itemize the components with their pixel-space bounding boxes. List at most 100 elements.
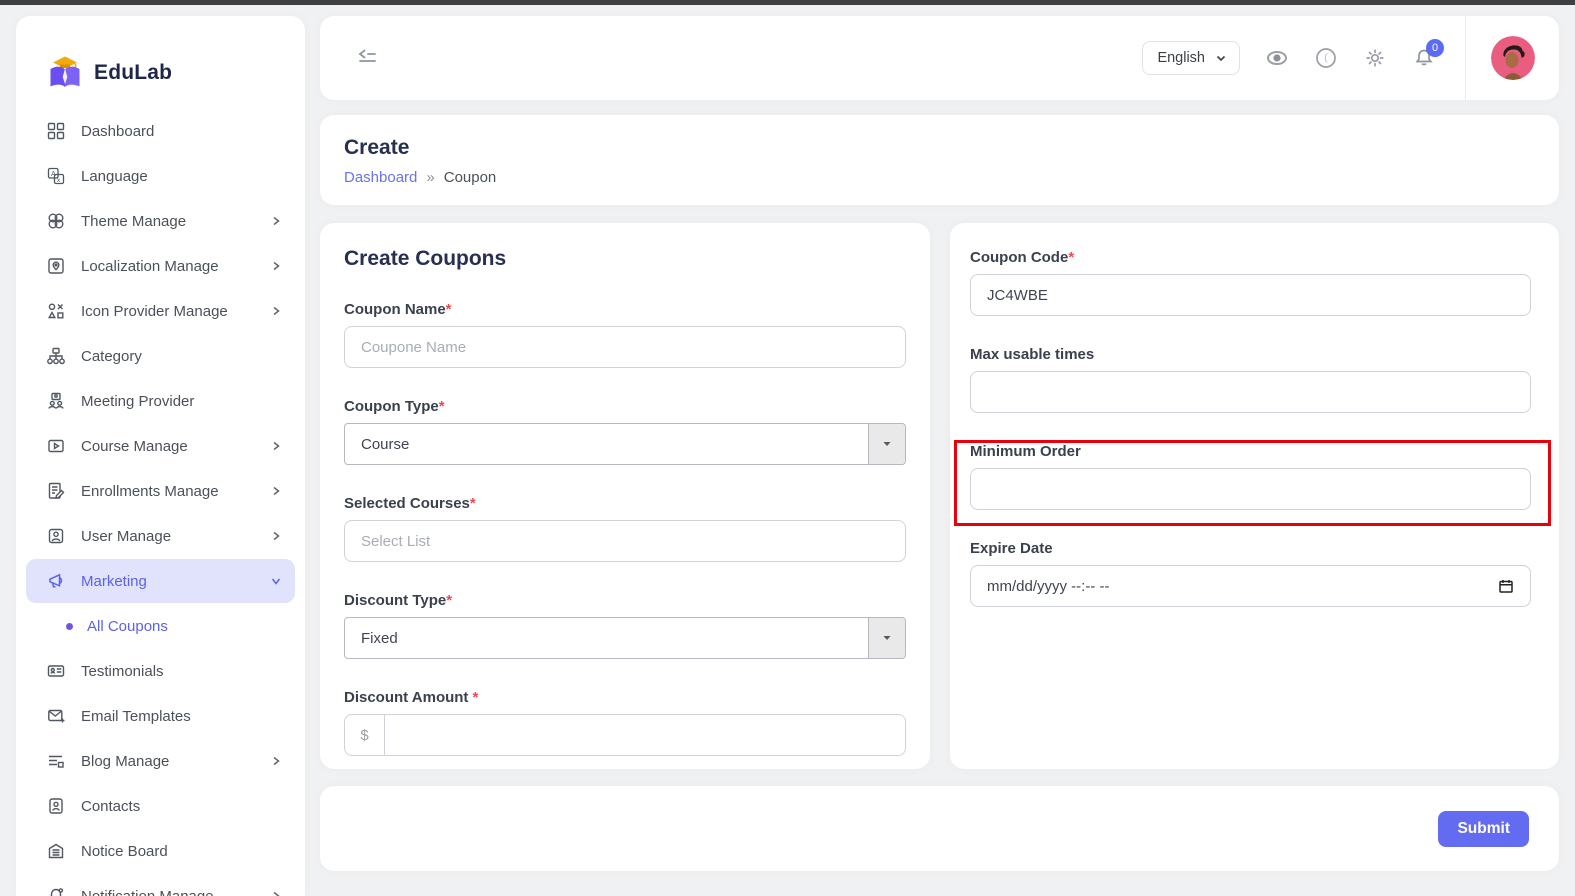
required-marker: * [446,301,452,318]
app-logo[interactable]: EduLab [16,16,305,104]
breadcrumb: Dashboard » Coupon [344,169,1535,186]
sidebar-subitem-all-coupons[interactable]: All Coupons [26,604,295,648]
sidebar-item-notice-board[interactable]: Notice Board [26,829,295,873]
edulab-logo-icon [46,54,84,92]
coupon-code-input[interactable] [970,274,1531,316]
bell-dot-icon [46,886,66,896]
sidebar-item-email-templates[interactable]: Email Templates [26,694,295,738]
app-name: EduLab [94,61,172,85]
discount-amount-group: $ [344,714,906,756]
coupon-details-card: Coupon Code* Max usable times Minimum Or… [950,223,1559,769]
document-pen-icon [46,481,66,501]
user-avatar[interactable] [1491,36,1535,80]
shapes-icon [46,301,66,321]
sidebar-item-label: Testimonials [81,663,283,680]
sidebar-item-label: Notice Board [81,843,283,860]
sidebar-collapse-button[interactable] [354,45,380,71]
settings-button[interactable] [1363,46,1387,70]
window-top-border [0,0,1575,5]
mail-plus-icon [46,706,66,726]
expire-date-input[interactable]: mm/dd/yyyy --:-- -- [970,565,1531,607]
required-marker: * [472,689,478,706]
minimum-order-label: Minimum Order [970,443,1531,460]
blog-icon [46,751,66,771]
discount-amount-label: Discount Amount* [344,689,906,706]
sidebar-item-label: Notification Manage [81,888,269,896]
sidebar-item-label: Localization Manage [81,258,269,275]
required-marker: * [1068,249,1074,266]
sidebar-nav: Dashboard Ax Language Theme Manage Local… [16,104,305,896]
sidebar-subitem-label: All Coupons [87,618,168,635]
sidebar-item-theme-manage[interactable]: Theme Manage [26,199,295,243]
expire-date-field: Expire Date mm/dd/yyyy --:-- -- [970,540,1531,607]
required-marker: * [446,592,452,609]
chevron-right-icon [269,214,283,228]
sidebar-item-label: Meeting Provider [81,393,283,410]
select-dropdown-arrow-icon [868,618,905,658]
sidebar-item-marketing[interactable]: Marketing [26,559,295,603]
sidebar-item-icon-provider-manage[interactable]: Icon Provider Manage [26,289,295,333]
breadcrumb-current: Coupon [444,169,497,186]
visibility-button[interactable] [1265,46,1289,70]
topbar-divider [1465,16,1466,100]
select-dropdown-arrow-icon [868,424,905,464]
sidebar-item-label: Contacts [81,798,283,815]
sidebar-item-language[interactable]: Ax Language [26,154,295,198]
user-icon [46,526,66,546]
eye-icon [1265,46,1289,70]
minimum-order-input[interactable] [970,468,1531,510]
dark-mode-button[interactable] [1314,46,1338,70]
sidebar-item-contacts[interactable]: Contacts [26,784,295,828]
chevron-right-icon [269,754,283,768]
selected-courses-label: Selected Courses* [344,495,906,512]
map-pin-icon [46,256,66,276]
grid-icon [46,121,66,141]
sidebar-item-enrollments-manage[interactable]: Enrollments Manage [26,469,295,513]
page-title: Create [344,136,1535,160]
notifications-button[interactable]: 0 [1412,46,1436,70]
id-card-icon [46,661,66,681]
create-coupons-card: Create Coupons Coupon Name* Coupon Type*… [320,223,930,769]
sidebar-item-label: User Manage [81,528,269,545]
chevron-down-icon [269,574,283,588]
sidebar-item-label: Icon Provider Manage [81,303,269,320]
sidebar-item-blog-manage[interactable]: Blog Manage [26,739,295,783]
max-usable-times-input[interactable] [970,371,1531,413]
breadcrumb-dashboard-link[interactable]: Dashboard [344,169,417,186]
chevron-right-icon [269,304,283,318]
sidebar-item-user-manage[interactable]: User Manage [26,514,295,558]
people-icon [46,391,66,411]
max-usable-times-field: Max usable times [970,346,1531,413]
sidebar-item-notification-manage[interactable]: Notification Manage [26,874,295,896]
required-marker: * [470,495,476,512]
sidebar-item-label: Course Manage [81,438,269,455]
required-marker: * [439,398,445,415]
avatar-image [1491,36,1535,80]
submit-card: Submit [320,786,1559,871]
notice-icon [46,841,66,861]
coupon-name-input[interactable] [344,326,906,368]
sidebar-item-testimonials[interactable]: Testimonials [26,649,295,693]
discount-type-select[interactable]: Fixed [344,617,906,659]
discount-amount-input[interactable] [385,715,905,755]
language-select[interactable]: English [1142,41,1240,75]
sidebar-item-label: Dashboard [81,123,283,140]
topbar: English 0 [320,16,1559,100]
sidebar-item-label: Marketing [81,573,269,590]
date-placeholder-text: mm/dd/yyyy --:-- -- [987,578,1498,595]
sidebar-item-localization-manage[interactable]: Localization Manage [26,244,295,288]
svg-text:x: x [57,177,61,184]
bullet-icon [66,623,73,630]
sidebar: EduLab Dashboard Ax Language Theme Manag… [16,16,305,896]
sidebar-item-dashboard[interactable]: Dashboard [26,109,295,153]
translate-icon: Ax [46,166,66,186]
sidebar-item-meeting-provider[interactable]: Meeting Provider [26,379,295,423]
coupon-type-label: Coupon Type* [344,398,906,415]
sidebar-item-course-manage[interactable]: Course Manage [26,424,295,468]
selected-courses-input[interactable] [344,520,906,562]
coupon-type-select[interactable]: Course [344,423,906,465]
sidebar-item-category[interactable]: Category [26,334,295,378]
calendar-icon [1498,578,1514,594]
chevron-right-icon [269,889,283,896]
submit-button[interactable]: Submit [1438,811,1529,847]
